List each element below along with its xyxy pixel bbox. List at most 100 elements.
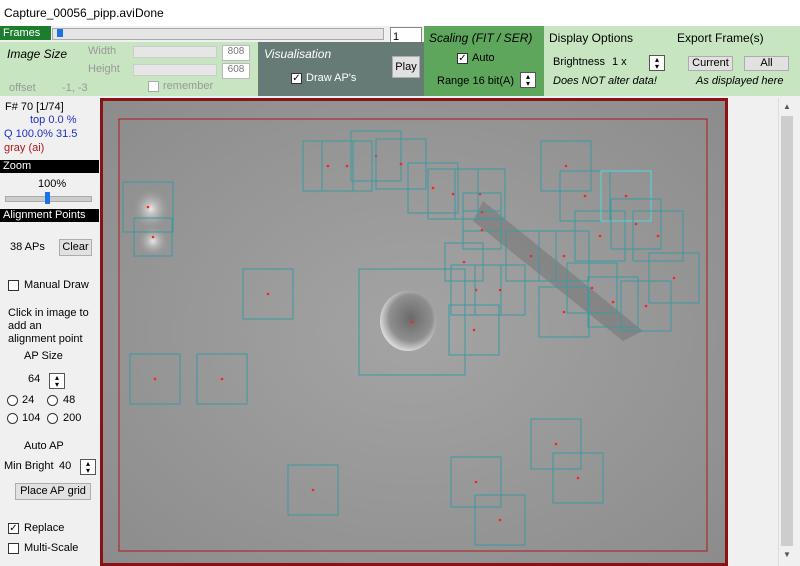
- play-button[interactable]: Play: [392, 56, 420, 78]
- ap-size-label: AP Size: [24, 350, 63, 362]
- ap-size-option-200: 200: [63, 412, 82, 424]
- quality-info: Q 100.0% 31.5: [4, 128, 78, 140]
- draw-aps-checkbox[interactable]: ✓: [291, 73, 302, 84]
- export-panel: Export Frame(s) Current All As displayed…: [671, 26, 800, 96]
- min-bright-value: 40: [59, 460, 72, 472]
- frame-info: F# 70 [1/74]: [5, 101, 64, 113]
- ap-dot: [462, 260, 466, 264]
- multi-scale-label: Multi-Scale: [24, 542, 79, 554]
- export-current-button[interactable]: Current: [688, 56, 733, 71]
- zoom-value: 100%: [38, 178, 67, 190]
- export-title: Export Frame(s): [677, 31, 764, 45]
- multi-scale-checkbox[interactable]: [8, 543, 19, 554]
- ap-dot: [562, 310, 566, 314]
- ap-dot: [634, 222, 638, 226]
- replace-checkbox[interactable]: ✓: [8, 523, 19, 534]
- scaling-panel: Scaling (FIT / SER) ✓ Auto Range 16 bit(…: [424, 26, 544, 96]
- brightness-value: 1 x: [612, 56, 627, 68]
- width-value[interactable]: 808: [222, 45, 250, 61]
- offset-value: -1, -3: [62, 82, 88, 94]
- ap-dot: [153, 377, 157, 381]
- scroll-up-icon[interactable]: ▲: [783, 102, 791, 111]
- place-ap-grid-button[interactable]: Place AP grid: [15, 483, 91, 500]
- remember-checkbox[interactable]: [148, 81, 159, 92]
- ap-dot: [498, 518, 502, 522]
- display-options-title: Display Options: [549, 31, 634, 45]
- export-all-button[interactable]: All: [744, 56, 789, 71]
- ap-dot: [598, 234, 602, 238]
- visualisation-panel: Visualisation ✓ Draw AP's Play: [258, 42, 424, 96]
- brightness-label: Brightness: [553, 56, 605, 68]
- ap-dot: [266, 292, 270, 296]
- brightness-note: Does NOT alter data!: [553, 75, 657, 87]
- ap-count: 38 APs: [10, 241, 45, 253]
- clear-button[interactable]: Clear: [59, 239, 92, 256]
- export-note: As displayed here: [696, 75, 784, 87]
- draw-aps-label: Draw AP's: [306, 72, 357, 84]
- ap-dot: [345, 164, 349, 168]
- ap-dot: [576, 476, 580, 480]
- zoom-slider-thumb[interactable]: [45, 192, 50, 204]
- manual-hint: Click in image to add an alignment point: [8, 307, 89, 345]
- display-options-panel: Display Options Brightness 1 x ▴ ▾ Does N…: [544, 26, 671, 96]
- frames-slider[interactable]: [52, 28, 384, 40]
- ap-size-radio-200[interactable]: [47, 413, 58, 424]
- height-value[interactable]: 608: [222, 63, 250, 79]
- ap-dot: [480, 228, 484, 232]
- height-slider[interactable]: [133, 64, 217, 76]
- ap-dot: [583, 194, 587, 198]
- zoom-header: Zoom: [0, 160, 99, 173]
- title-bar: Capture_00056_pipp.avi Done: [0, 0, 800, 26]
- left-sidebar: F# 70 [1/74] top 0.0 % Q 100.0% 31.5 gra…: [0, 98, 99, 566]
- scroll-down-icon[interactable]: ▼: [783, 550, 791, 559]
- image-size-title: Image Size: [7, 47, 68, 61]
- offset-label: offset: [9, 82, 36, 94]
- window-status: Done: [135, 6, 164, 20]
- ap-dot: [498, 288, 502, 292]
- height-label: Height: [88, 63, 120, 75]
- ap-dot: [399, 162, 403, 166]
- replace-label: Replace: [24, 522, 65, 534]
- scaling-title: Scaling (FIT / SER): [429, 31, 533, 45]
- ap-dot: [474, 480, 478, 484]
- ap-dot: [554, 442, 558, 446]
- ap-dot: [311, 488, 315, 492]
- top-info: top 0.0 %: [30, 114, 77, 126]
- ap-size-option-104: 104: [22, 412, 41, 424]
- min-bright-spinner[interactable]: ▴ ▾: [80, 459, 96, 475]
- image-size-panel: Image Size Width 808 Height 608 offset -…: [0, 42, 258, 96]
- range-spinner[interactable]: ▴ ▾: [520, 72, 536, 88]
- ap-size-radio-104[interactable]: [7, 413, 18, 424]
- ap-dot: [564, 164, 568, 168]
- ap-dot: [151, 235, 155, 239]
- ap-dot: [410, 320, 414, 324]
- ap-dot: [529, 254, 533, 258]
- visualisation-title: Visualisation: [264, 47, 332, 61]
- alignment-header: Alignment Points: [0, 209, 99, 222]
- ap-dot: [451, 192, 455, 196]
- ap-dot: [611, 300, 615, 304]
- ap-dot: [644, 304, 648, 308]
- moon-image[interactable]: [103, 101, 725, 563]
- frames-slider-thumb[interactable]: [57, 29, 64, 37]
- frames-label: Frames: [0, 26, 51, 40]
- bright-spot: [138, 226, 168, 256]
- brightness-spinner[interactable]: ▴ ▾: [649, 55, 665, 71]
- range-label: Range 16 bit(A): [437, 75, 515, 87]
- ap-dot: [624, 194, 628, 198]
- scroll-thumb[interactable]: [781, 116, 793, 546]
- ap-size-spinner[interactable]: ▴ ▾: [49, 373, 65, 389]
- width-slider[interactable]: [133, 46, 217, 58]
- moon-image-canvas[interactable]: [103, 101, 725, 563]
- manual-draw-checkbox[interactable]: [8, 280, 19, 291]
- auto-checkbox[interactable]: ✓: [457, 53, 468, 64]
- ap-dot: [656, 234, 660, 238]
- vertical-scrollbar[interactable]: ▲ ▼: [778, 98, 796, 566]
- auto-ap-label: Auto AP: [24, 440, 64, 452]
- ap-size-radio-48[interactable]: [47, 395, 58, 406]
- ap-size-option-48: 48: [63, 394, 76, 406]
- mode-info: gray (ai): [4, 142, 45, 154]
- auto-label: Auto: [472, 52, 495, 64]
- ap-size-radio-24[interactable]: [7, 395, 18, 406]
- ap-dot: [431, 186, 435, 190]
